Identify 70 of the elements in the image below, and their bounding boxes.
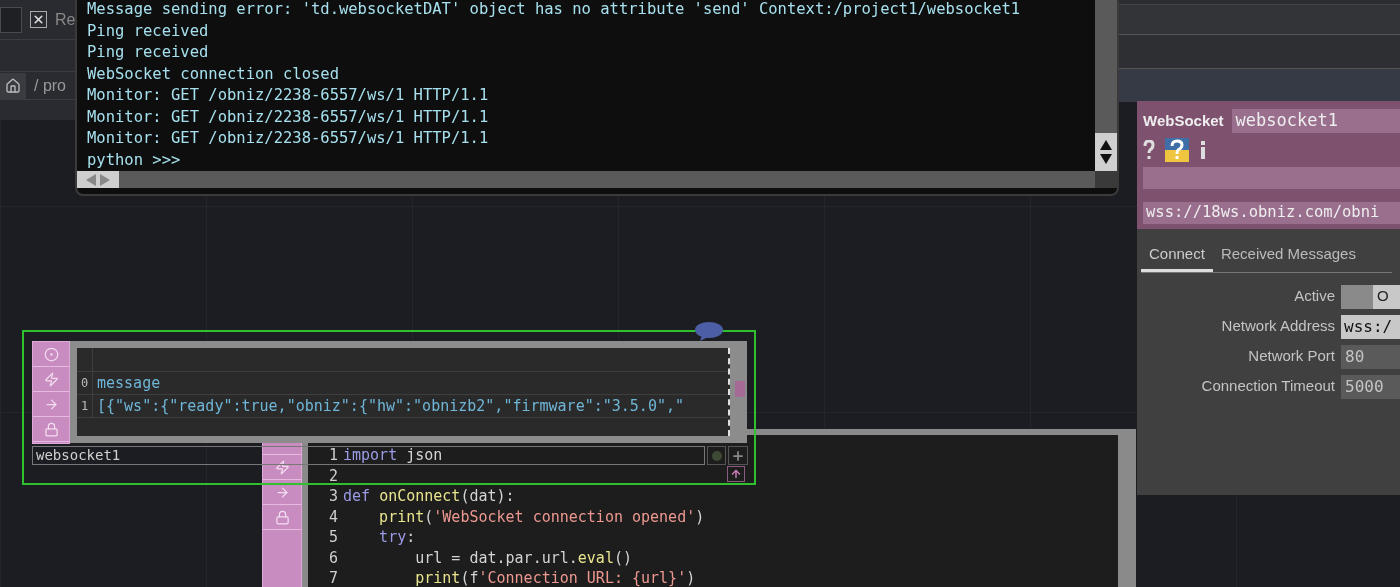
arrow-right-icon[interactable] — [274, 484, 290, 500]
arrow-right-icon[interactable] — [43, 396, 59, 412]
table-cell-text: [{"ws":{"ready":true,"obniz":{"hw":"obnizb2","firmware":"3.5.0"," — [96, 395, 684, 417]
console-line: Monitor: GET /obniz/2238-6557/ws/1 HTTP/1.1 — [87, 128, 489, 149]
comment-bubble-icon[interactable] — [694, 322, 724, 342]
lightning-icon[interactable] — [274, 459, 290, 475]
viewer-icon[interactable] — [43, 346, 59, 362]
comment-field[interactable] — [1143, 167, 1400, 189]
parameter-label: Network Address — [1220, 316, 1336, 337]
tool-field[interactable] — [0, 6, 22, 33]
home-button[interactable] — [0, 72, 26, 99]
console-line: WebSocket connection closed — [87, 63, 339, 85]
help-icon[interactable] — [1143, 140, 1155, 160]
number-field[interactable]: 5000 — [1341, 374, 1400, 399]
line-number: 5 — [327, 527, 338, 548]
row-index: 0 — [77, 372, 93, 394]
network-path[interactable]: / pro — [34, 73, 66, 98]
url-field[interactable]: wss://18ws.obniz.com/obni — [1143, 202, 1400, 224]
display-button[interactable] — [728, 446, 748, 465]
vertical-scrollbar[interactable] — [1095, 0, 1117, 171]
code-line: url = dat.par.url.eval() — [414, 547, 632, 569]
plus-icon — [731, 448, 745, 463]
parameter-label: Network Port — [1247, 346, 1336, 367]
code-line: def onConnect(dat): — [343, 486, 515, 507]
line-number: 1 — [327, 445, 338, 466]
arrow-up-icon — [730, 468, 742, 480]
info-icon[interactable] — [1199, 140, 1207, 160]
line-number: 4 — [327, 506, 338, 528]
row-index: 1 — [77, 395, 93, 417]
close-button[interactable] — [30, 11, 47, 28]
number-field[interactable]: 80 — [1341, 344, 1400, 369]
lock-icon[interactable] — [43, 421, 59, 437]
console-line: Monitor: GET /obniz/2238-6557/ws/1 HTTP/1.1 — [87, 106, 489, 128]
code-line: import json — [343, 445, 443, 466]
console-line: Message sending error: 'td.websocketDAT' object has no attribute 'send' Context:/project1/websocket1 — [87, 0, 1021, 20]
line-number: 7 — [327, 568, 338, 587]
line-number: 2 — [327, 465, 338, 487]
code-line: try: — [378, 527, 416, 548]
scroll-right-icon[interactable] — [100, 173, 110, 186]
line-number: 6 — [327, 547, 338, 569]
input-field[interactable]: wss:/ — [1341, 314, 1400, 339]
console-line: Ping received — [87, 42, 209, 63]
tab-label[interactable]: Re — [55, 7, 76, 32]
line-number: 3 — [327, 486, 338, 507]
horizontal-scrollbar[interactable] — [77, 171, 1095, 188]
close-icon — [32, 13, 45, 26]
scroll-up-icon[interactable] — [1100, 140, 1112, 150]
table-cell-text: message — [96, 372, 161, 394]
scroll-down-icon[interactable] — [1100, 154, 1112, 164]
python-help-icon[interactable] — [1165, 138, 1189, 162]
scroll-left-icon[interactable] — [86, 173, 96, 186]
console-prompt[interactable]: python >>> — [87, 149, 181, 171]
parameter-tab[interactable]: Connect — [1141, 243, 1213, 272]
console-line: Ping received — [87, 20, 209, 42]
up-button[interactable] — [727, 466, 745, 482]
parameter-label: Connection Timeout — [1200, 376, 1336, 397]
bypass-button[interactable] — [707, 446, 726, 465]
dot-icon — [711, 450, 722, 461]
operator-name-field[interactable]: websocket1 — [1231, 109, 1400, 133]
lock-icon[interactable] — [274, 509, 290, 525]
code-line: print(f'Connection URL: {url}') — [414, 568, 696, 587]
scrollbar-handle[interactable] — [735, 381, 745, 397]
console-line: Monitor: GET /obniz/2238-6557/ws/1 HTTP/1.1 — [87, 85, 489, 106]
operator-type: WebSocket — [1143, 110, 1224, 131]
parameter-tab[interactable]: Received Messages — [1212, 243, 1364, 272]
parameter-label: Active — [1293, 286, 1336, 307]
lightning-icon[interactable] — [43, 371, 59, 387]
code-line: print('WebSocket connection opened') — [378, 506, 705, 528]
code-node[interactable]: 1 import json 2 3 def onConnect(dat): 4 print('WebSocket connection opened') 5 try: 6 url = dat.par.url.eval() 7 print(f'Connection URL: {url}') — [262, 429, 1136, 587]
home-icon — [5, 77, 21, 94]
